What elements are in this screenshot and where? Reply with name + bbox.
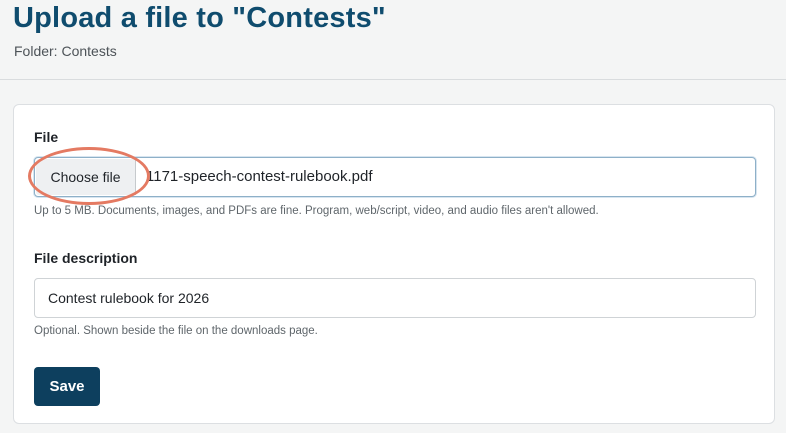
selected-file-name: 1171-speech-contest-rulebook.pdf — [146, 168, 373, 185]
page-header: Upload a file to "Contests" Folder: Cont… — [0, 0, 786, 80]
page-title: Upload a file to "Contests" — [13, 2, 386, 34]
description-label: File description — [34, 250, 138, 266]
file-input[interactable]: Choose file 1171-speech-contest-rulebook… — [28, 147, 756, 205]
file-label: File — [34, 129, 59, 145]
file-description-input[interactable] — [34, 278, 756, 318]
save-button[interactable]: Save — [34, 367, 100, 406]
description-hint: Optional. Shown beside the file on the d… — [34, 325, 318, 337]
folder-label: Folder: Contests — [14, 43, 117, 59]
choose-file-button[interactable]: Choose file — [36, 159, 136, 195]
file-hint: Up to 5 MB. Documents, images, and PDFs … — [34, 205, 599, 217]
upload-form: File Choose file 1171-speech-contest-rul… — [13, 104, 775, 424]
